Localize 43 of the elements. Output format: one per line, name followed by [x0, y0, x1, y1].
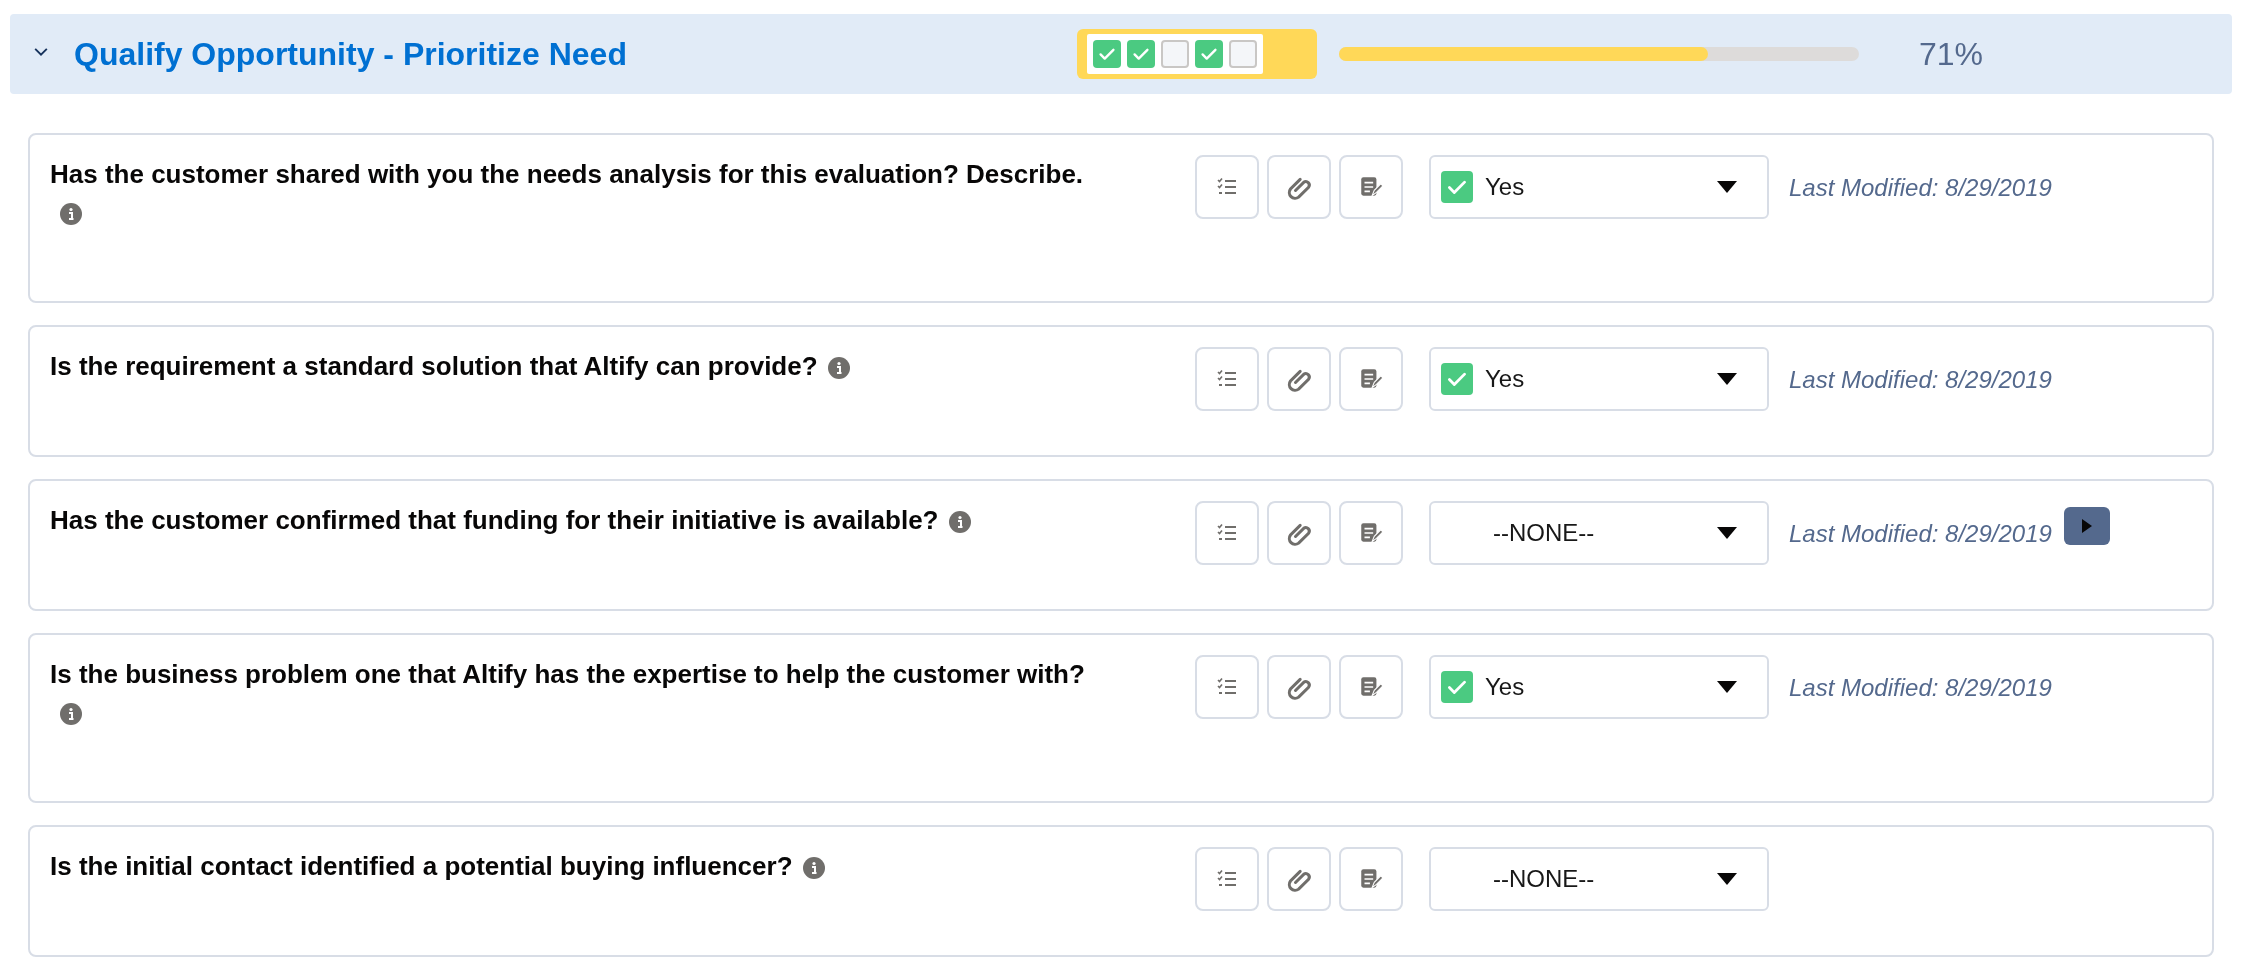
- last-modified-date: Last Modified: 8/29/2019: [1789, 173, 2052, 203]
- info-icon[interactable]: [948, 511, 971, 534]
- question-text: Has the customer shared with you the needs analysis for this evaluation? Describe.: [50, 159, 1084, 189]
- paperclip-button[interactable]: [1267, 155, 1331, 219]
- play-button[interactable]: [2063, 507, 2110, 545]
- info-icon[interactable]: [802, 857, 825, 880]
- note-edit-button[interactable]: [1339, 501, 1403, 565]
- checklist-button[interactable]: [1195, 655, 1259, 719]
- answer-dropdown[interactable]: Yes: [1429, 655, 1769, 719]
- checklist-button[interactable]: [1195, 347, 1259, 411]
- checklist-button[interactable]: [1195, 155, 1259, 219]
- note-edit-button[interactable]: [1339, 847, 1403, 911]
- note-edit-button[interactable]: [1339, 347, 1403, 411]
- last-modified-date: Last Modified: 8/29/2019: [1789, 673, 2052, 703]
- last-modified-date: Last Modified: 8/29/2019: [1789, 519, 2052, 549]
- caret-down-icon: [1717, 527, 1737, 539]
- section-title[interactable]: Qualify Opportunity - Prioritize Need: [74, 30, 1077, 78]
- play-icon: [2081, 519, 2092, 533]
- answer-dropdown[interactable]: Yes: [1429, 155, 1769, 219]
- last-modified-date: Last Modified: 8/29/2019: [1789, 365, 2052, 395]
- info-icon[interactable]: [60, 203, 82, 226]
- answer-dropdown[interactable]: --NONE--: [1429, 501, 1769, 565]
- info-icon[interactable]: [827, 357, 850, 380]
- caret-down-icon: [1717, 181, 1737, 193]
- answer-dropdown[interactable]: Yes: [1429, 347, 1769, 411]
- paperclip-button[interactable]: [1267, 347, 1331, 411]
- caret-down-icon: [1717, 373, 1737, 385]
- question-text: Is the business problem one that Altify has the expertise to help the customer with?: [50, 659, 1085, 689]
- info-icon[interactable]: [60, 703, 82, 726]
- answer-dropdown[interactable]: --NONE--: [1429, 847, 1769, 911]
- question-text: Is the requirement a standard solution that Altify can provide?: [50, 351, 818, 381]
- paperclip-button[interactable]: [1267, 655, 1331, 719]
- caret-down-icon: [1717, 873, 1737, 885]
- paperclip-button[interactable]: [1267, 847, 1331, 911]
- question-text: Has the customer confirmed that funding for their initiative is available?: [50, 505, 939, 535]
- checklist-button[interactable]: [1195, 847, 1259, 911]
- note-edit-button[interactable]: [1339, 155, 1403, 219]
- question-text: Is the initial contact identified a potential buying influencer?: [50, 851, 793, 881]
- paperclip-button[interactable]: [1267, 501, 1331, 565]
- checklist-button[interactable]: [1195, 501, 1259, 565]
- progress-percent: 71%: [1919, 35, 1984, 74]
- caret-down-icon: [1717, 681, 1737, 693]
- note-edit-button[interactable]: [1339, 655, 1403, 719]
